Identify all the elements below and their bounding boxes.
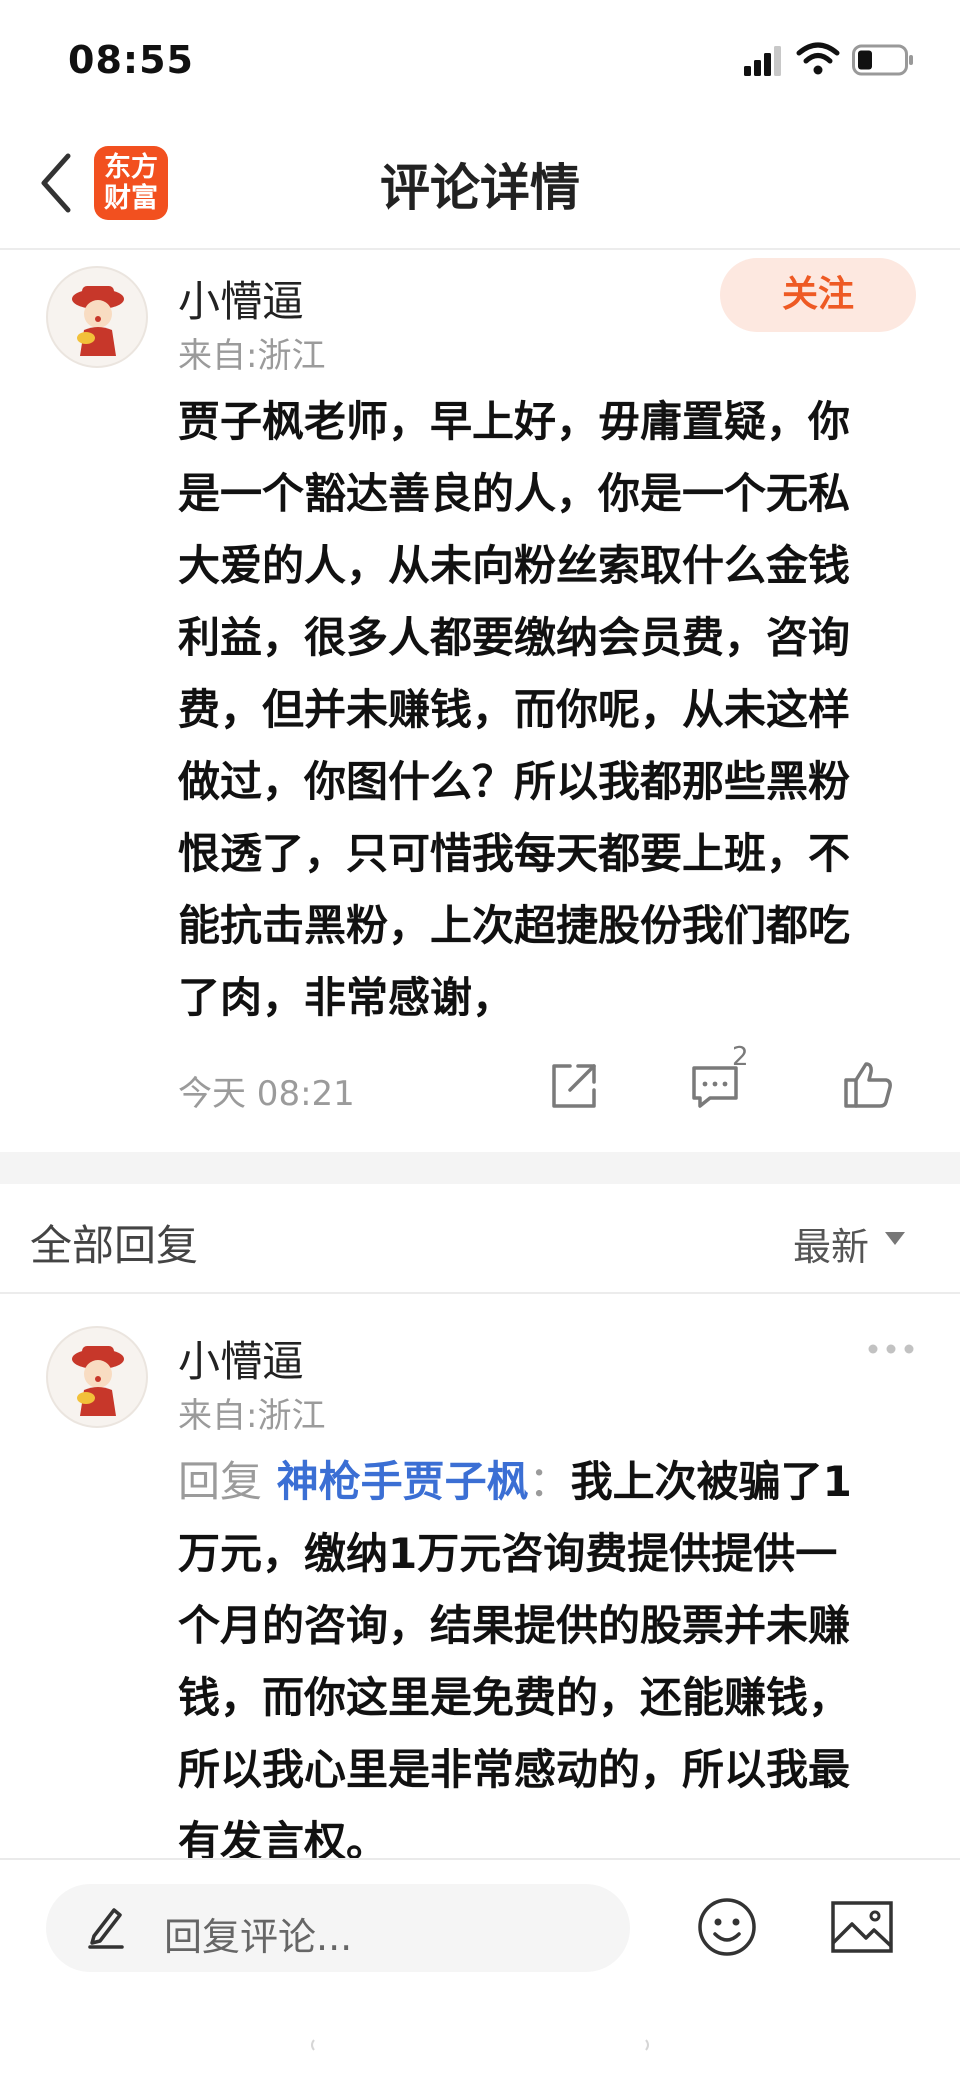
post-line: 是一个豁达善良的人，你是一个无私	[178, 469, 851, 518]
more-dots-icon[interactable]	[866, 1342, 916, 1356]
post-line: 恨透了，只可惜我每天都要上班，不	[178, 829, 851, 878]
post-content: 贾子枫老师，早上好，毋庸置疑，你 是一个豁达善良的人，你是一个无私 大爱的人，从…	[178, 386, 918, 1034]
avatar-figure	[72, 286, 124, 356]
reply-avatar[interactable]	[46, 1326, 148, 1428]
caret-down-icon[interactable]	[885, 1232, 905, 1245]
all-replies-title: 全部回复	[30, 1221, 199, 1270]
post-line: 利益，很多人都要缴纳会员费，咨询	[178, 613, 851, 662]
reply-line: 钱，而你这里是免费的，还能赚钱，	[178, 1673, 851, 1722]
reply-first-line: 回复 神枪手贾子枫：我上次被骗了1	[178, 1446, 918, 1518]
reply-line: 我上次被骗了1	[570, 1457, 852, 1506]
follow-button[interactable]: 关注	[720, 258, 916, 332]
post-line: 大爱的人，从未向粉丝索取什么金钱	[178, 541, 851, 590]
post-location: 来自:浙江	[178, 336, 326, 376]
reply-location: 来自:浙江	[178, 1396, 326, 1436]
replies-divider	[0, 1292, 960, 1294]
share-icon[interactable]	[548, 1060, 600, 1112]
header-divider	[0, 248, 960, 250]
post-line: 贾子枫老师，早上好，毋庸置疑，你	[178, 397, 851, 446]
post-username[interactable]: 小懵逼	[178, 268, 304, 329]
sort-dropdown[interactable]: 最新	[793, 1216, 869, 1271]
post-time: 今天 08:21	[178, 1074, 355, 1114]
section-gap	[0, 1152, 960, 1184]
signal-icon	[744, 46, 781, 76]
avatar[interactable]	[46, 266, 148, 368]
post-line: 能抗击黑粉，上次超捷股份我们都吃	[178, 901, 851, 950]
reply-content: 回复 神枪手贾子枫：我上次被骗了1 万元，缴纳1万元咨询费提供提供一 个月的咨询…	[178, 1446, 918, 1878]
battery-icon	[852, 44, 913, 76]
wifi-icon	[796, 42, 840, 75]
comment-count: 2	[732, 1042, 749, 1072]
home-indicator	[311, 2039, 649, 2051]
post-line: 做过，你图什么？所以我都那些黑粉	[178, 757, 851, 806]
reply-line: 所以我心里是非常感动的，所以我最	[178, 1745, 851, 1794]
reply-colon: ：	[528, 1457, 571, 1506]
reply-line: 万元，缴纳1万元咨询费提供提供一	[178, 1529, 838, 1578]
reply-prefix: 回复	[178, 1457, 263, 1506]
reply-username[interactable]: 小懵逼	[178, 1328, 304, 1389]
post-line: 了肉，非常感谢，	[178, 973, 515, 1022]
post-line: 费，但并未赚钱，而你呢，从未这样	[178, 685, 851, 734]
like-icon[interactable]	[840, 1058, 896, 1112]
pencil-icon	[88, 1908, 124, 1949]
page-title: 评论详情	[380, 159, 580, 217]
mention-link[interactable]: 神枪手贾子枫	[277, 1457, 529, 1506]
reply-line: 个月的咨询，结果提供的股票并未赚	[178, 1601, 851, 1650]
emoji-icon[interactable]	[696, 1896, 758, 1958]
status-time: 08:55	[68, 38, 194, 82]
avatar-figure	[72, 1346, 124, 1416]
image-icon[interactable]	[830, 1900, 894, 1954]
reply-input-placeholder[interactable]: 回复评论...	[164, 1906, 352, 1961]
